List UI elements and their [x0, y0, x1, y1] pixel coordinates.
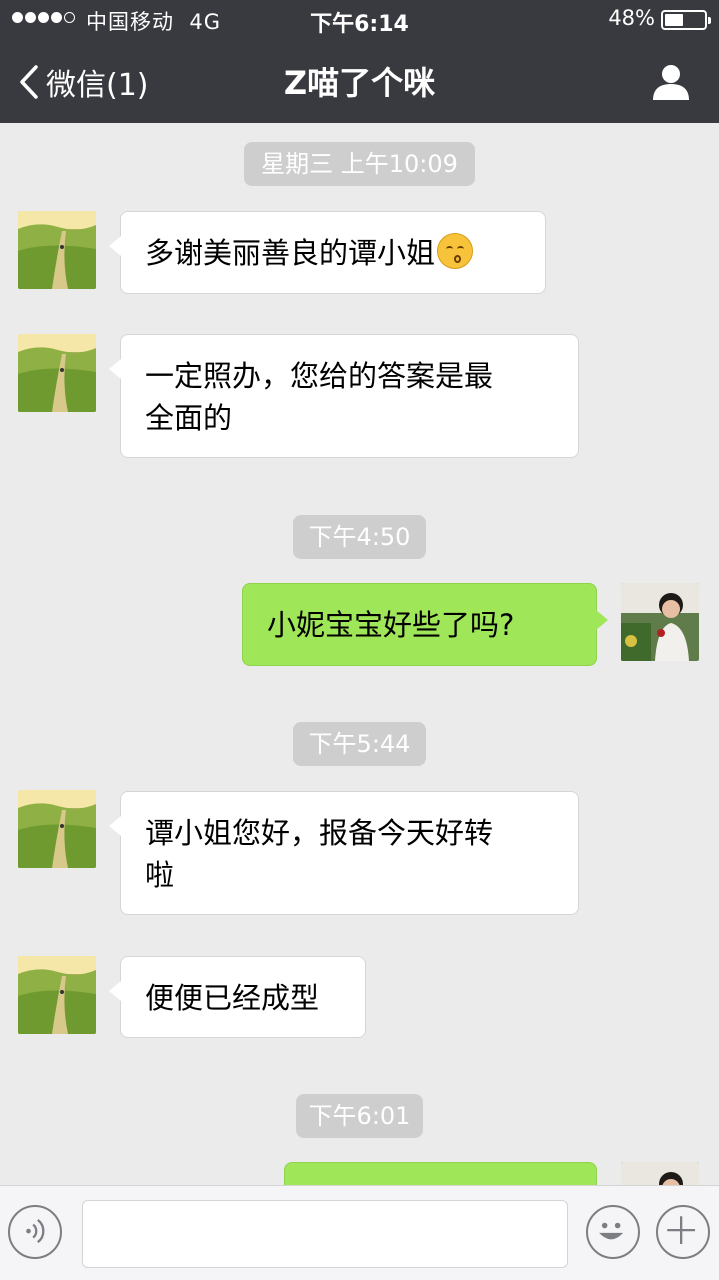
status-bar: 中国移动 4G 下午6:14 48% [0, 0, 719, 40]
more-button[interactable] [656, 1205, 710, 1259]
back-button[interactable]: 微信(1) [18, 60, 149, 104]
timestamp: 下午5:44 [293, 722, 426, 766]
message-text: 多谢美丽善良的谭小姐 [145, 236, 436, 270]
message-bubble-incoming[interactable]: 谭小姐您好，报备今天好转 啦 [109, 791, 579, 915]
back-label: 微信(1) [46, 68, 149, 103]
message-bubble-incoming[interactable]: 便便已经成型 [109, 956, 366, 1038]
chat-title: Z喵了个咪 [283, 64, 436, 102]
contact-avatar[interactable] [18, 790, 96, 868]
message-bubble-outgoing[interactable]: 小妮宝宝好些了吗? [242, 583, 608, 666]
user-profile-icon[interactable] [651, 62, 691, 102]
message-text: 便便已经成型 [145, 981, 320, 1015]
message-bubble-incoming[interactable]: 一定照办，您给的答案是最 全面的 [109, 334, 579, 458]
message-text-line: 一定照办，您给的答案是最 [145, 359, 494, 393]
timestamp: 星期三 上午10:09 [244, 142, 475, 186]
timestamp: 下午4:50 [293, 515, 426, 559]
input-bar [0, 1185, 719, 1280]
voice-icon [26, 1219, 45, 1244]
contact-avatar[interactable] [18, 956, 96, 1034]
nav-bar: 微信(1) Z喵了个咪 [0, 40, 719, 123]
emoji-button[interactable] [586, 1205, 640, 1259]
contact-avatar[interactable] [18, 334, 96, 412]
kissing-face-icon [437, 233, 474, 269]
message-text: 小妮宝宝好些了吗? [267, 608, 515, 642]
message-bubble-incoming[interactable]: 多谢美丽善良的谭小姐 [109, 211, 546, 294]
timestamp: 下午6:01 [296, 1094, 423, 1138]
battery-percent: 48% [608, 6, 655, 30]
message-text-line: 啦 [145, 858, 175, 892]
top-bar: 中国移动 4G 下午6:14 48% 微信(1) Z喵了个咪 [0, 0, 719, 123]
message-text-line: 全面的 [145, 401, 233, 435]
message-text-line: 谭小姐您好，报备今天好转 [145, 816, 494, 850]
battery-icon [661, 10, 711, 30]
battery-level [665, 14, 683, 26]
emoji-icon [599, 1222, 624, 1240]
my-avatar[interactable] [621, 583, 699, 661]
plus-icon [667, 1216, 696, 1245]
message-input[interactable] [82, 1200, 568, 1268]
chevron-left-icon [20, 65, 38, 99]
contact-avatar[interactable] [18, 211, 96, 289]
voice-button[interactable] [8, 1205, 62, 1259]
